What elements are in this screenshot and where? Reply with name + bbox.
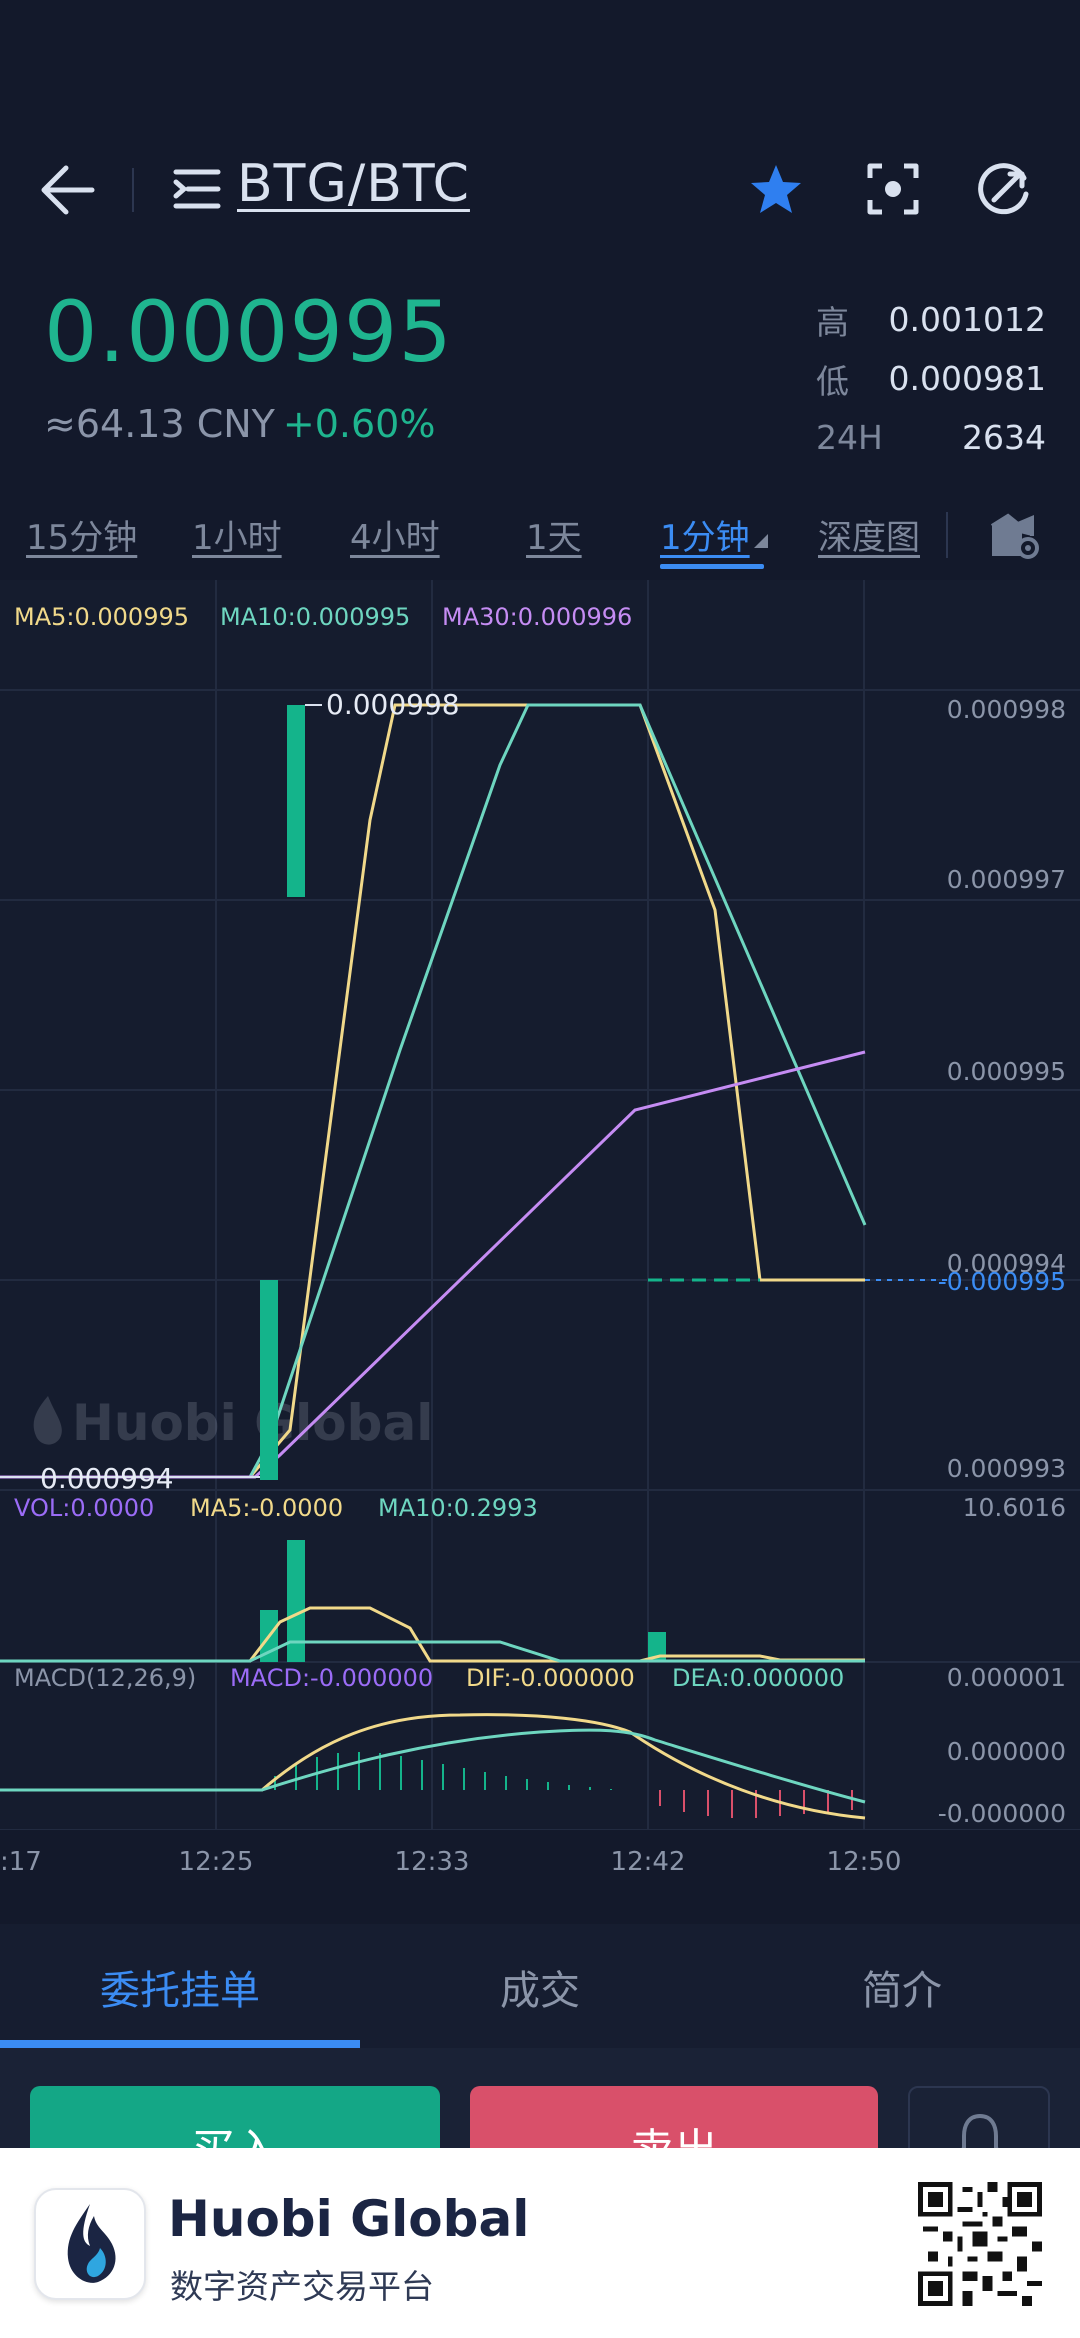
stat-value: 0.001012 bbox=[888, 300, 1046, 339]
legend-vol: VOL:0.0000 bbox=[14, 1494, 154, 1522]
time-tick: :17 bbox=[0, 1847, 42, 1877]
time-tick: 12:42 bbox=[611, 1847, 686, 1877]
legend-ma30: MA30:0.000996 bbox=[442, 603, 632, 631]
chart-grid bbox=[0, 580, 1080, 1831]
flame-logo-icon bbox=[67, 2204, 116, 2283]
period-4h[interactable]: 4小时 bbox=[350, 510, 440, 559]
current-price-label: -0.000995 bbox=[938, 1267, 1066, 1296]
legend-vol-ma10: MA10:0.2993 bbox=[378, 1494, 538, 1522]
legend-ma5: MA5:0.000995 bbox=[14, 603, 189, 631]
app-logo bbox=[34, 2188, 146, 2300]
app-banner: Huobi Global 数字资产交易平台 bbox=[0, 2148, 1080, 2338]
period-divider bbox=[946, 512, 948, 558]
price-change: +0.60% bbox=[282, 402, 436, 446]
period-1h[interactable]: 1小时 bbox=[192, 510, 282, 559]
watermark: Huobi Global bbox=[33, 1394, 433, 1452]
price-tick: 0.000995 bbox=[947, 1057, 1066, 1086]
period-1d[interactable]: 1天 bbox=[526, 510, 582, 559]
kline-chart-svg: Huobi Global MA5:0.000995 MA10:0.000995 … bbox=[0, 580, 1080, 1890]
price-block: 0.000995 ≈64.13 CNY +0.60% bbox=[44, 290, 453, 446]
caret-down-icon[interactable] bbox=[754, 534, 768, 548]
price-tick: 0.000998 bbox=[947, 695, 1066, 724]
stat-high: 高 0.001012 bbox=[816, 290, 1046, 349]
star-icon[interactable] bbox=[748, 162, 804, 218]
cny-price: ≈64.13 CNY bbox=[44, 402, 275, 446]
trade-action-bar: 买入 卖出 bbox=[0, 2048, 1080, 2148]
tab-intro[interactable]: 简介 bbox=[862, 1958, 942, 2016]
legend-vol-ma5: MA5:-0.0000 bbox=[190, 1494, 343, 1522]
stat-value: 0.000981 bbox=[888, 359, 1046, 398]
bottom-tabs: 委托挂单 成交 简介 bbox=[0, 1924, 1080, 2048]
pair-title[interactable]: BTG/BTC bbox=[237, 154, 470, 214]
refresh-icon[interactable] bbox=[974, 160, 1032, 218]
watermark-text: Huobi Global bbox=[72, 1394, 433, 1452]
chart-settings-icon[interactable] bbox=[988, 512, 1040, 560]
stat-low: 低 0.000981 bbox=[816, 349, 1046, 408]
app-name: Huobi Global bbox=[168, 2190, 530, 2248]
menu-icon[interactable] bbox=[172, 166, 222, 212]
qr-code-icon bbox=[918, 2182, 1042, 2306]
macd-tick: 0.000001 bbox=[947, 1663, 1066, 1692]
time-tick: 12:33 bbox=[395, 1847, 470, 1877]
legend-dif: DIF:-0.000000 bbox=[466, 1664, 635, 1692]
tab-indicator bbox=[0, 2040, 360, 2048]
app-tagline: 数字资产交易平台 bbox=[170, 2267, 434, 2306]
candle-bar bbox=[287, 705, 305, 897]
period-15m[interactable]: 15分钟 bbox=[26, 510, 137, 559]
legend-dea: DEA:0.000000 bbox=[672, 1664, 844, 1692]
tab-trades[interactable]: 成交 bbox=[500, 1958, 580, 2016]
price-tick: 0.000993 bbox=[947, 1454, 1066, 1483]
price-tick: 0.000997 bbox=[947, 865, 1066, 894]
period-depth[interactable]: 深度图 bbox=[818, 510, 920, 559]
legend-ma10: MA10:0.000995 bbox=[220, 603, 410, 631]
stats-panel: 高 0.001012 低 0.000981 24H 2634 bbox=[816, 290, 1046, 467]
macd-tick: 0.000000 bbox=[947, 1737, 1066, 1766]
period-1m[interactable]: 1分钟 bbox=[660, 510, 750, 559]
stat-value: 2634 bbox=[962, 418, 1046, 457]
time-tick: 12:25 bbox=[179, 1847, 254, 1877]
period-selector: 15分钟 1小时 4小时 1天 1分钟 深度图 bbox=[0, 498, 1080, 578]
active-period-indicator bbox=[660, 564, 764, 569]
stat-label: 低 bbox=[816, 361, 849, 401]
vol-max-label: 10.6016 bbox=[963, 1493, 1066, 1522]
last-price: 0.000995 bbox=[44, 283, 453, 381]
price-subline: ≈64.13 CNY +0.60% bbox=[44, 402, 453, 446]
time-tick: 12:50 bbox=[827, 1847, 902, 1877]
back-arrow-icon[interactable] bbox=[40, 164, 96, 216]
tab-orders[interactable]: 委托挂单 bbox=[100, 1958, 260, 2016]
stat-label: 24H bbox=[816, 418, 883, 457]
sell-button[interactable]: 卖出 bbox=[470, 2086, 878, 2148]
stat-24h: 24H 2634 bbox=[816, 408, 1046, 467]
top-bar: BTG/BTC bbox=[0, 150, 1080, 230]
bell-icon bbox=[961, 2114, 999, 2148]
scan-icon[interactable] bbox=[866, 162, 920, 216]
max-price-label: 0.000998 bbox=[326, 688, 460, 721]
kline-chart[interactable]: Huobi Global MA5:0.000995 MA10:0.000995 … bbox=[0, 580, 1080, 1890]
buy-button[interactable]: 买入 bbox=[30, 2086, 440, 2148]
legend-macd-title: MACD(12,26,9) bbox=[14, 1664, 196, 1692]
stat-label: 高 bbox=[816, 302, 849, 342]
macd-tick: -0.000000 bbox=[938, 1799, 1066, 1828]
legend-macd: MACD:-0.000000 bbox=[230, 1664, 433, 1692]
alert-button[interactable] bbox=[908, 2086, 1050, 2148]
candle-bar bbox=[260, 1280, 278, 1480]
min-price-label: 0.000994 bbox=[40, 1462, 174, 1495]
header-divider bbox=[132, 168, 134, 212]
